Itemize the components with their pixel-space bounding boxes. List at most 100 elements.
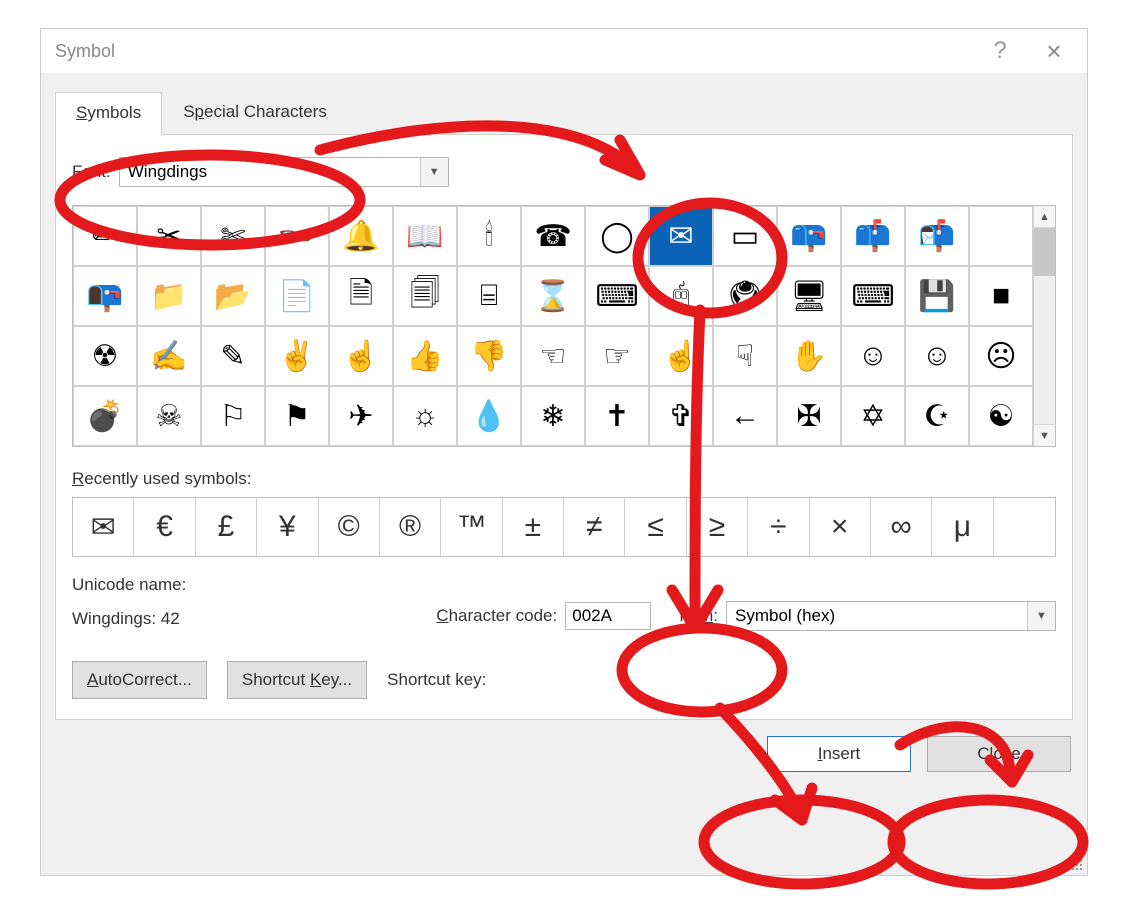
symbol-cell[interactable]: ▭: [713, 206, 777, 266]
symbol-cell[interactable]: ☜: [521, 326, 585, 386]
chevron-down-icon[interactable]: ▼: [420, 158, 448, 186]
symbol-cell[interactable]: 🗎: [329, 266, 393, 326]
symbol-cell[interactable]: ✞: [649, 386, 713, 446]
symbol-cell[interactable]: ☺: [905, 326, 969, 386]
symbol-cell[interactable]: ☪: [905, 386, 969, 446]
symbol-cell[interactable]: 📂: [201, 266, 265, 326]
symbol-cell[interactable]: 💧: [457, 386, 521, 446]
from-combo[interactable]: ▼: [726, 601, 1056, 631]
symbol-cell[interactable]: 📭: [73, 266, 137, 326]
autocorrect-button[interactable]: AutoCorrect...: [72, 661, 207, 699]
symbol-cell[interactable]: ✂: [137, 206, 201, 266]
symbol-cell[interactable]: ☟: [713, 326, 777, 386]
symbol-cell[interactable]: ⌛: [521, 266, 585, 326]
symbol-cell[interactable]: ☝: [329, 326, 393, 386]
symbol-cell[interactable]: ✋: [777, 326, 841, 386]
symbol-cell[interactable]: ⚐: [201, 386, 265, 446]
symbol-cell[interactable]: ☢: [73, 326, 137, 386]
symbol-cell[interactable]: ☹: [969, 326, 1033, 386]
symbol-cell[interactable]: ✉: [649, 206, 713, 266]
symbol-cell[interactable]: ✡: [841, 386, 905, 446]
symbol-cell[interactable]: ⚑: [265, 386, 329, 446]
symbol-cell[interactable]: ✏: [73, 206, 137, 266]
recent-symbol-cell[interactable]: [994, 498, 1055, 556]
recent-symbol-cell[interactable]: ®: [380, 498, 441, 556]
symbol-cell[interactable]: ■: [969, 266, 1033, 326]
close-window-button[interactable]: ×: [1027, 29, 1081, 73]
scroll-thumb[interactable]: [1034, 228, 1055, 276]
symbol-cell[interactable]: ☝: [649, 326, 713, 386]
symbol-cell[interactable]: 🖥: [777, 266, 841, 326]
recent-symbol-cell[interactable]: ±: [503, 498, 564, 556]
chevron-down-icon[interactable]: ▼: [1027, 602, 1055, 630]
symbol-cell[interactable]: 📁: [137, 266, 201, 326]
symbol-cell[interactable]: ⌨: [585, 266, 649, 326]
close-button[interactable]: Close: [927, 736, 1071, 772]
symbol-cell[interactable]: 📖: [393, 206, 457, 266]
symbol-cell[interactable]: 🖰: [649, 266, 713, 326]
recent-symbol-cell[interactable]: ≤: [625, 498, 686, 556]
symbol-cell[interactable]: ❄: [521, 386, 585, 446]
char-code-input[interactable]: [565, 602, 651, 630]
symbol-cell[interactable]: 👓: [265, 206, 329, 266]
symbol-grid[interactable]: ✏✂✄👓🔔📖🕯☎◯✉▭📪📫📬📭📁📂📄🗎🗐⌸⌛⌨🖰🖲🖥⌨💾■☢✍✎✌☝👍👎☜☞☝☟…: [73, 206, 1033, 446]
symbol-cell[interactable]: ✎: [201, 326, 265, 386]
symbol-cell[interactable]: 👍: [393, 326, 457, 386]
recent-symbol-cell[interactable]: ✉: [73, 498, 134, 556]
insert-button[interactable]: Insert: [767, 736, 911, 772]
symbol-cell[interactable]: ⌸: [457, 266, 521, 326]
font-input[interactable]: [120, 158, 420, 186]
symbol-cell[interactable]: 🖲: [713, 266, 777, 326]
symbol-cell[interactable]: ←: [713, 386, 777, 446]
symbol-cell[interactable]: ✌: [265, 326, 329, 386]
symbol-cell[interactable]: ☎: [521, 206, 585, 266]
recent-symbol-cell[interactable]: €: [134, 498, 195, 556]
shortcut-key-button[interactable]: Shortcut Key...: [227, 661, 367, 699]
symbol-cell[interactable]: 📬: [905, 206, 969, 266]
recent-symbol-cell[interactable]: μ: [932, 498, 993, 556]
scroll-up-icon[interactable]: ▲: [1034, 206, 1055, 228]
symbol-cell[interactable]: ☯: [969, 386, 1033, 446]
symbol-cell[interactable]: 📄: [265, 266, 329, 326]
symbol-cell[interactable]: 👎: [457, 326, 521, 386]
recent-symbol-cell[interactable]: ≥: [687, 498, 748, 556]
symbol-cell[interactable]: ☺: [841, 326, 905, 386]
symbol-cell[interactable]: ✄: [201, 206, 265, 266]
resize-grip[interactable]: [1069, 857, 1085, 873]
font-row: Font: ▼: [72, 157, 1056, 187]
from-input[interactable]: [727, 602, 1027, 630]
symbol-cell[interactable]: ☼: [393, 386, 457, 446]
symbol-cell[interactable]: ☞: [585, 326, 649, 386]
symbol-cell[interactable]: ✝: [585, 386, 649, 446]
symbol-cell[interactable]: 💾: [905, 266, 969, 326]
symbol-cell[interactable]: 📪: [777, 206, 841, 266]
symbol-cell[interactable]: ✈: [329, 386, 393, 446]
symbol-cell[interactable]: ✠: [777, 386, 841, 446]
recent-symbol-cell[interactable]: £: [196, 498, 257, 556]
symbol-cell[interactable]: 📫: [841, 206, 905, 266]
recently-used-row[interactable]: ✉€£¥©®™±≠≤≥÷×∞μ: [72, 497, 1056, 557]
recent-symbol-cell[interactable]: ¥: [257, 498, 318, 556]
symbol-cell[interactable]: 💣: [73, 386, 137, 446]
scroll-down-icon[interactable]: ▼: [1034, 424, 1055, 446]
recent-symbol-cell[interactable]: ≠: [564, 498, 625, 556]
grid-scrollbar[interactable]: ▲ ▼: [1033, 206, 1055, 446]
tab-special-characters[interactable]: Special Characters: [162, 91, 348, 134]
recent-symbol-cell[interactable]: ×: [810, 498, 871, 556]
symbol-cell[interactable]: ☠: [137, 386, 201, 446]
recent-symbol-cell[interactable]: ∞: [871, 498, 932, 556]
symbol-cell[interactable]: 🕯: [457, 206, 521, 266]
tab-symbols[interactable]: Symbols: [55, 92, 162, 135]
help-button[interactable]: ?: [973, 29, 1027, 73]
symbol-cell[interactable]: ◯: [585, 206, 649, 266]
scroll-track[interactable]: [1034, 276, 1055, 424]
recent-symbol-cell[interactable]: ™: [441, 498, 502, 556]
font-combo[interactable]: ▼: [119, 157, 449, 187]
symbol-cell[interactable]: ✍: [137, 326, 201, 386]
symbol-cell[interactable]: 🔔: [329, 206, 393, 266]
recent-symbol-cell[interactable]: ©: [319, 498, 380, 556]
symbol-cell[interactable]: [969, 206, 1033, 266]
symbol-cell[interactable]: 🗐: [393, 266, 457, 326]
symbol-cell[interactable]: ⌨: [841, 266, 905, 326]
recent-symbol-cell[interactable]: ÷: [748, 498, 809, 556]
